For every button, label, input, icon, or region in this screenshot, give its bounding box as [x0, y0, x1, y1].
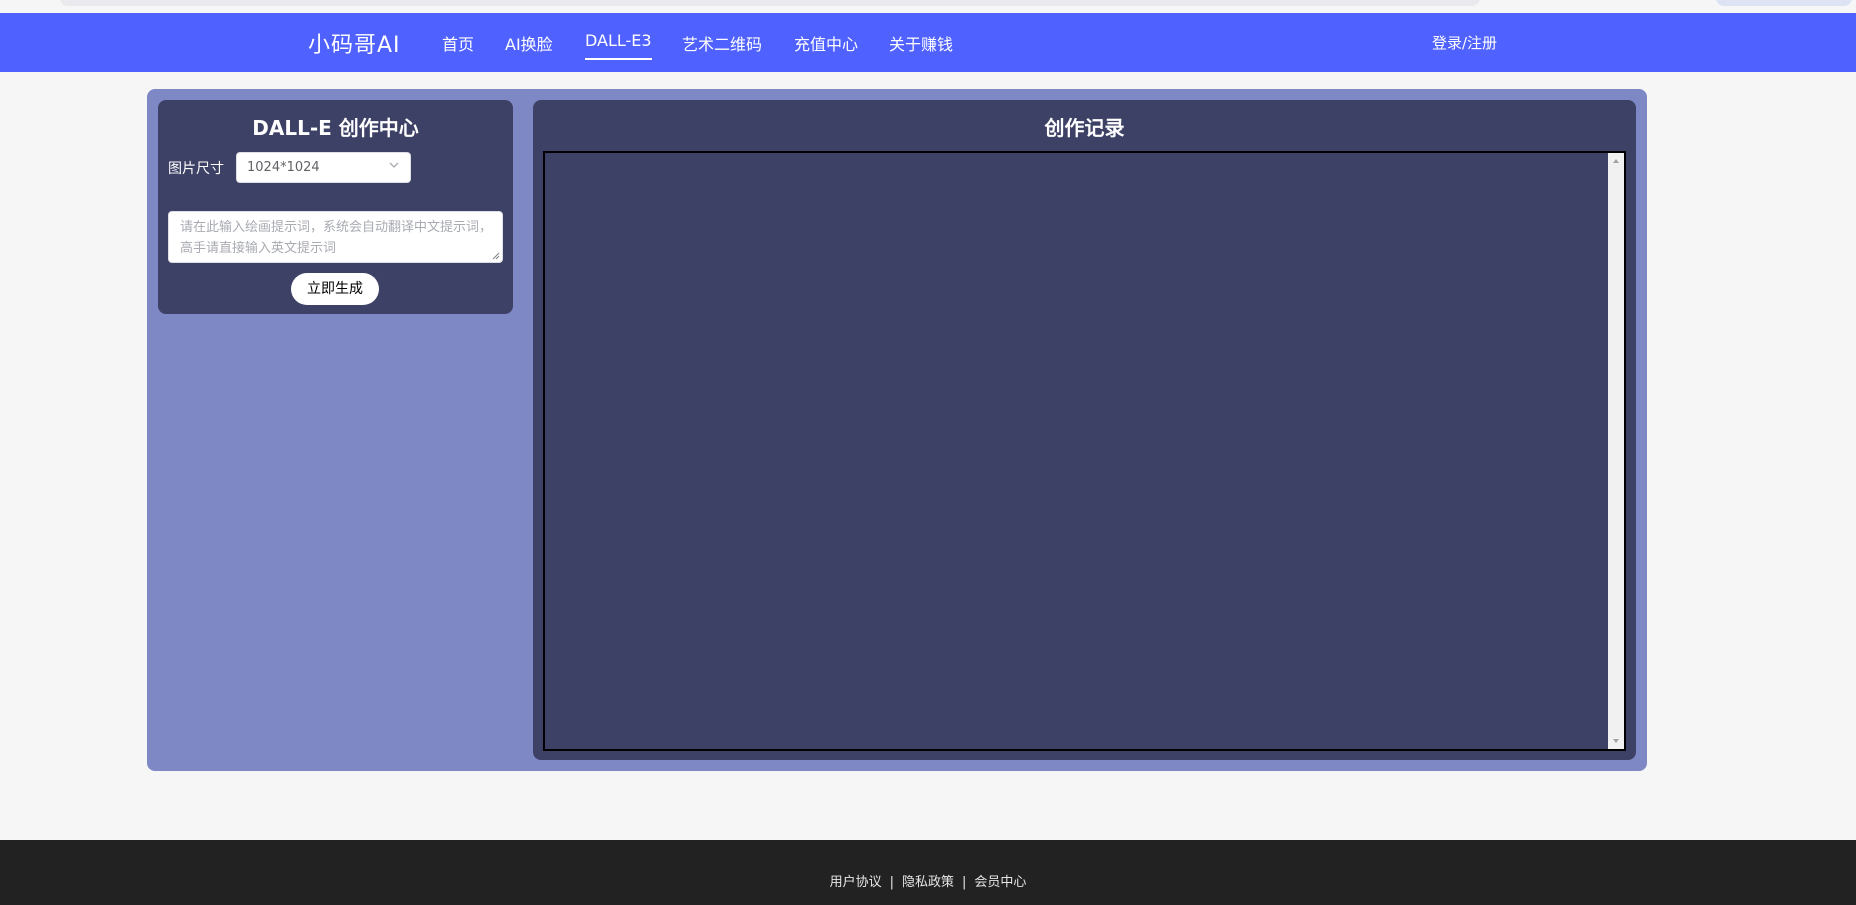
- nav-item-recharge[interactable]: 充值中心: [794, 31, 858, 55]
- main-panel: DALL-E 创作中心 图片尺寸 1024*1024 请在此输入绘画提示词，系统…: [147, 89, 1647, 771]
- footer-link-privacy-policy[interactable]: 隐私政策: [902, 875, 954, 890]
- records-title: 创作记录: [1044, 116, 1125, 140]
- resize-grip-icon[interactable]: [492, 252, 500, 260]
- brand-logo[interactable]: 小码哥AI: [308, 27, 401, 59]
- top-navbar: 小码哥AI 首页 AI换脸 DALL-E3 艺术二维码 充值中心 关于赚钱 登录…: [0, 13, 1856, 72]
- records-scrollbar[interactable]: [1608, 153, 1624, 749]
- nav-item-ai-faceswap[interactable]: AI换脸: [505, 31, 553, 55]
- nav-item-home[interactable]: 首页: [442, 31, 474, 55]
- browser-top-strip: [0, 0, 1856, 13]
- chevron-down-icon: [389, 162, 399, 168]
- footer-separator: |: [962, 875, 967, 890]
- creator-title: DALL-E 创作中心: [252, 116, 419, 140]
- top-search-bar-edge: [60, 0, 1480, 6]
- top-button-edge: [1716, 0, 1852, 6]
- creator-card: DALL-E 创作中心 图片尺寸 1024*1024 请在此输入绘画提示词，系统…: [158, 100, 513, 314]
- generate-button[interactable]: 立即生成: [291, 273, 379, 305]
- scroll-up-arrow-icon[interactable]: [1608, 153, 1624, 169]
- footer-separator: |: [889, 875, 894, 890]
- prompt-placeholder: 请在此输入绘画提示词，系统会自动翻译中文提示词，高手请直接输入英文提示词: [180, 220, 493, 256]
- image-size-value: 1024*1024: [247, 160, 320, 175]
- nav-item-earn-money[interactable]: 关于赚钱: [889, 31, 953, 55]
- image-size-label: 图片尺寸: [168, 161, 224, 177]
- prompt-input[interactable]: 请在此输入绘画提示词，系统会自动翻译中文提示词，高手请直接输入英文提示词: [168, 211, 503, 263]
- footer-links: 用户协议 | 隐私政策 | 会员中心: [0, 871, 1856, 890]
- scroll-down-arrow-icon[interactable]: [1608, 733, 1624, 749]
- image-size-select[interactable]: 1024*1024: [236, 152, 411, 183]
- footer-link-user-agreement[interactable]: 用户协议: [830, 875, 882, 890]
- nav-item-dalle3[interactable]: DALL-E3: [585, 31, 652, 60]
- login-register-link[interactable]: 登录/注册: [1432, 32, 1497, 53]
- footer: 用户协议 | 隐私政策 | 会员中心: [0, 840, 1856, 905]
- records-list[interactable]: [543, 151, 1626, 751]
- footer-link-member-center[interactable]: 会员中心: [974, 875, 1026, 890]
- records-card: 创作记录: [533, 100, 1636, 760]
- nav-item-art-qrcode[interactable]: 艺术二维码: [682, 31, 762, 55]
